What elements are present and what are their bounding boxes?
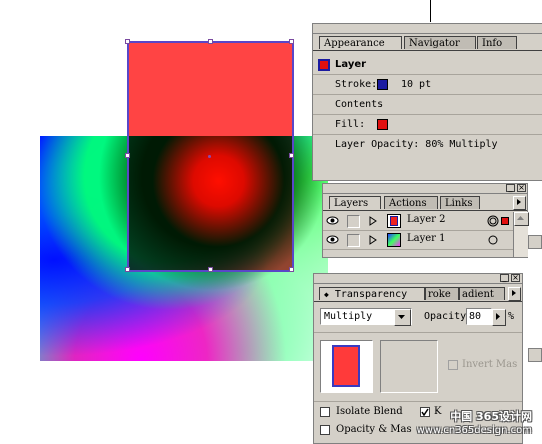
resize-handle-nw[interactable] <box>125 39 130 44</box>
minimize-icon[interactable]: _ <box>506 184 515 192</box>
layer-opacity-text: Layer Opacity: 80% Multiply <box>335 139 498 150</box>
appearance-panel: Appearance Navigator Info Layer Stroke: … <box>312 23 542 181</box>
scroll-up-icon[interactable] <box>514 212 529 226</box>
resize-handle-se[interactable] <box>289 267 294 272</box>
chevron-down-icon[interactable] <box>394 309 411 326</box>
transparency-titlebar[interactable]: _ × <box>314 274 522 284</box>
layers-titlebar[interactable]: _ × <box>323 184 527 194</box>
tab-options-icon: ◆ <box>324 290 329 299</box>
target-circle-icon[interactable] <box>488 235 498 248</box>
resize-handle-e[interactable] <box>289 153 294 158</box>
tab-gradient[interactable]: adient <box>459 287 505 300</box>
layer-name[interactable]: Layer 2 <box>407 214 446 225</box>
layers-scrollbar[interactable] <box>513 212 529 257</box>
preview-divider <box>314 332 522 333</box>
close-icon[interactable]: × <box>511 274 520 282</box>
isolate-blending-label: Isolate Blend <box>336 406 403 417</box>
expand-triangle-icon[interactable] <box>369 235 377 248</box>
resize-handle-w[interactable] <box>125 153 130 158</box>
fill-color-swatch[interactable] <box>377 119 388 130</box>
guide-line <box>430 0 431 22</box>
resize-handle-n[interactable] <box>208 39 213 44</box>
transparency-tab-strip: ◆ Transparency roke adient <box>314 287 522 302</box>
blend-mode-select[interactable]: Multiply <box>320 308 412 326</box>
resize-handle-sw[interactable] <box>125 267 130 272</box>
watermark: 中国 365设计网 www.cn365design.com <box>400 410 540 444</box>
tab-info[interactable]: Info <box>477 36 517 49</box>
preview-shape <box>332 345 360 387</box>
opacity-label: Opacity: <box>424 311 473 322</box>
layer-row[interactable]: Layer 1 <box>323 231 513 250</box>
tab-navigator[interactable]: Navigator <box>404 36 476 49</box>
center-point <box>208 155 211 158</box>
selection-indicator-icon[interactable] <box>501 217 509 225</box>
resize-handle-s[interactable] <box>208 267 213 272</box>
eye-icon[interactable] <box>326 215 339 226</box>
opacity-slider-arrow-icon[interactable] <box>492 309 506 326</box>
watermark-line2: www.cn365design.com <box>416 425 532 436</box>
layers-menu-arrow-icon[interactable] <box>513 196 526 210</box>
hidden-panel-edge <box>528 348 542 362</box>
target-circle-icon[interactable] <box>487 215 499 230</box>
tab-appearance[interactable]: Appearance <box>319 36 402 49</box>
appearance-tab-strip: Appearance Navigator Info <box>313 36 542 51</box>
fill-label: Fill: <box>335 119 366 130</box>
hidden-panel-edge <box>528 235 542 249</box>
layer-name[interactable]: Layer 1 <box>407 233 446 244</box>
layers-panel: _ × Layers Actions Links Layer 2 Layer 1 <box>322 183 529 258</box>
expand-triangle-icon[interactable] <box>369 216 377 229</box>
tab-links[interactable]: Links <box>440 196 480 209</box>
stroke-label: Stroke: <box>335 79 378 90</box>
fill-row[interactable]: Fill: <box>313 115 542 135</box>
lock-toggle[interactable] <box>347 234 360 247</box>
tab-stroke[interactable]: roke <box>425 287 459 300</box>
resize-handle-ne[interactable] <box>289 39 294 44</box>
contents-row[interactable]: Contents <box>313 95 542 115</box>
appearance-target-row[interactable]: Layer <box>313 55 542 75</box>
opacity-input[interactable]: 80 <box>466 308 492 325</box>
watermark-line1: 中国 365设计网 <box>450 410 532 423</box>
tab-transparency[interactable]: ◆ Transparency <box>319 287 425 300</box>
isolate-blending-checkbox[interactable] <box>320 407 330 417</box>
target-swatch-icon <box>318 59 330 71</box>
layer-thumbnail <box>387 214 401 228</box>
tab-transparency-label: Transparency <box>334 289 408 300</box>
tab-layers[interactable]: Layers <box>329 196 381 209</box>
layer-row[interactable]: Layer 2 <box>323 212 513 231</box>
opacity-value: 80 <box>469 311 482 322</box>
stroke-color-swatch[interactable] <box>377 79 388 90</box>
tab-actions[interactable]: Actions <box>384 196 438 209</box>
stroke-weight: 10 pt <box>401 79 432 90</box>
artwork-preview[interactable] <box>320 340 373 393</box>
options-divider <box>314 401 522 402</box>
contents-label: Contents <box>335 99 384 110</box>
opacity-unit: % <box>508 311 515 322</box>
mask-preview <box>380 340 438 393</box>
transparency-menu-arrow-icon[interactable] <box>508 287 521 301</box>
layers-tab-strip: Layers Actions Links <box>323 196 527 211</box>
invert-mask-label: Invert Mas <box>462 359 518 370</box>
opacity-mask-checkbox[interactable] <box>320 425 330 435</box>
blend-mode-value: Multiply <box>324 311 373 322</box>
minimize-icon[interactable]: _ <box>500 274 509 282</box>
stroke-row[interactable]: Stroke: 10 pt <box>313 75 542 95</box>
invert-mask-checkbox[interactable] <box>448 360 458 370</box>
eye-icon[interactable] <box>326 234 339 245</box>
layer-thumbnail <box>387 233 401 247</box>
target-label: Layer <box>335 59 367 70</box>
appearance-titlebar[interactable] <box>313 24 542 34</box>
opacity-row[interactable]: Layer Opacity: 80% Multiply <box>313 135 542 155</box>
lock-toggle[interactable] <box>347 215 360 228</box>
close-icon[interactable]: × <box>517 184 526 192</box>
